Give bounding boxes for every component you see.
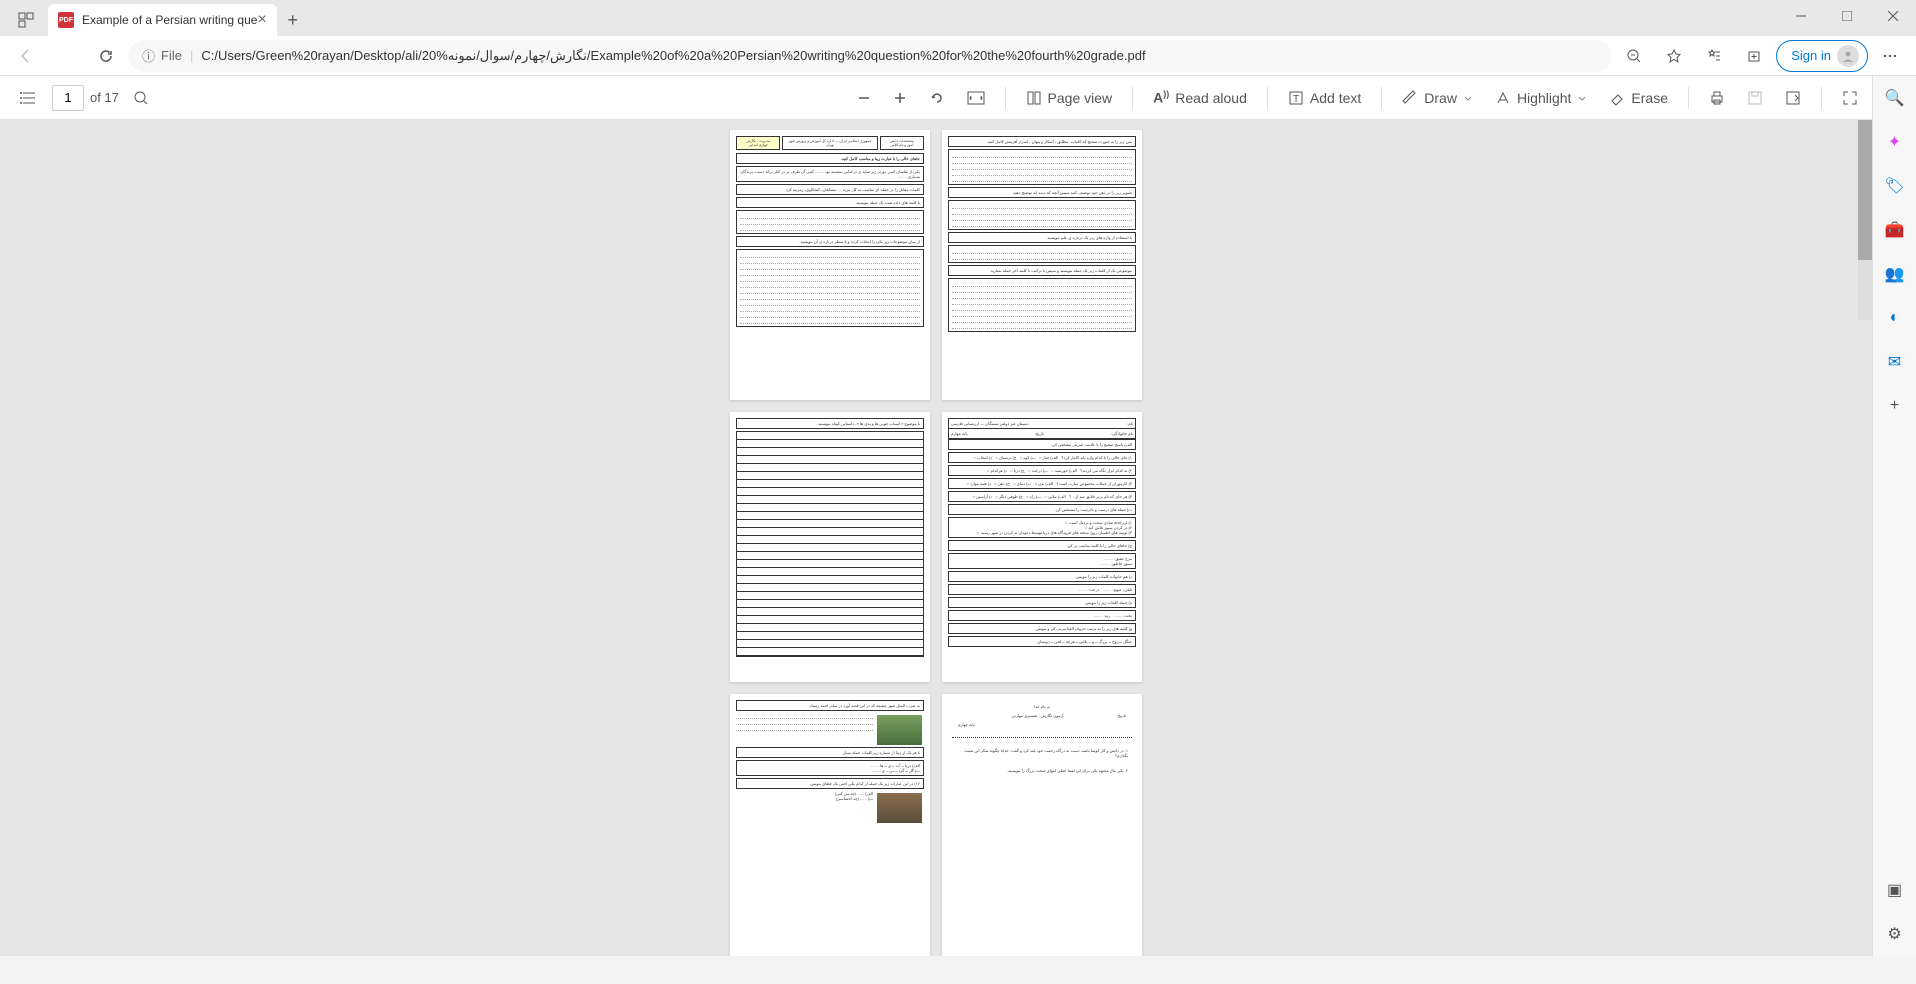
pdf-page-2[interactable]: متن زیر را به صورت صحیح که کلمات، مطابق … <box>942 130 1142 400</box>
p5-q1: به ضرب المثل شهر چشمه که در این قصه آورد… <box>736 700 924 711</box>
page1-q1: جاهای خالی را با عبارت زیبا و مناسب کامل… <box>736 153 924 164</box>
pdf-page-3[interactable]: با موضوع « اسباب خوبی ها و بدی ها »، داس… <box>730 412 930 682</box>
side-search-icon[interactable]: 🔍 <box>1881 84 1909 112</box>
pdf-page-4[interactable]: نام: دبستان غیر دولتی سمنگان — ارزشیابی … <box>942 412 1142 682</box>
back-button[interactable] <box>8 40 44 72</box>
tab-actions-button[interactable] <box>8 4 44 36</box>
p4-q4: د) هم خانواده کلمات زیر را بنویس. <box>948 571 1136 582</box>
p6-header: به نام خدا <box>948 704 1136 709</box>
page-number-input[interactable] <box>52 85 84 111</box>
tab-bar: PDF Example of a Persian writing que × + <box>0 0 1916 36</box>
refresh-button[interactable] <box>88 40 124 72</box>
favorites-list-button[interactable] <box>1696 40 1732 72</box>
find-button[interactable] <box>125 82 157 114</box>
signin-label: Sign in <box>1791 48 1831 63</box>
pdf-page-1[interactable]: مشخصات دانشآموز و نام کلاس جمهوری اسلامی… <box>730 130 930 400</box>
side-collapse-icon[interactable]: ▣ <box>1881 876 1909 904</box>
pdf-toolbar: of 17 Page view A))Read aloud TAdd text … <box>0 76 1916 120</box>
collections-button[interactable] <box>1736 40 1772 72</box>
side-edge-icon[interactable]: ◐ <box>1881 304 1909 332</box>
p4-school: دبستان غیر دولتی سمنگان — ارزشیابی فارسی <box>951 421 1029 426</box>
address-bar: ⓘFile | C:/Users/Green%20rayan/Desktop/a… <box>0 36 1916 76</box>
p4-q5: ه) جمله کلمات زیر را بنویس. <box>948 597 1136 608</box>
page1-q5: از میان موضوعات زیر یکی را انتخاب کرده و… <box>736 236 924 247</box>
fullscreen-button[interactable] <box>1834 82 1866 114</box>
p5-image-2 <box>877 793 922 823</box>
fit-button[interactable] <box>959 82 993 114</box>
scrollbar-track[interactable] <box>1858 120 1872 320</box>
side-tools-icon[interactable]: 🧰 <box>1881 216 1909 244</box>
save-button[interactable] <box>1739 82 1771 114</box>
read-aloud-button[interactable]: A))Read aloud <box>1145 82 1255 114</box>
close-tab-button[interactable]: × <box>257 11 266 29</box>
p6-sub: آزمون نگارش - تفسیری مهارتی <box>1011 713 1063 718</box>
zoom-in-button[interactable] <box>885 82 915 114</box>
p4-q1: الف) پاسخ صحیح را با علامت ضربدر مشخص کن… <box>948 439 1136 450</box>
url-separator: | <box>190 48 193 63</box>
page1-q4: با کلمه های داده شده یک جمله بنویسید <box>736 197 924 208</box>
svg-text:T: T <box>1293 94 1299 105</box>
p5-image-1 <box>877 715 922 745</box>
p4-q6: و) کلمه های زیر را به ترتیب حروف الفبا م… <box>948 623 1136 634</box>
window-controls <box>1778 0 1916 32</box>
p4-name: نام: <box>1127 421 1133 426</box>
avatar-icon <box>1837 45 1859 67</box>
signin-button[interactable]: Sign in <box>1776 40 1868 72</box>
save-as-button[interactable] <box>1777 82 1809 114</box>
url-protocol: ⓘFile <box>142 46 182 65</box>
page1-header-left: مدیریت - نگارشچهارم ابتدایی <box>736 136 780 150</box>
page1-header-center: جمهوری اسلامی ایران — اداره کل آموزش و پ… <box>782 136 877 150</box>
page1-q2: یکی از نقاشان کمی دورتر زیر سایه ی درختا… <box>736 166 924 182</box>
pdf-page-5[interactable]: به ضرب المثل شهر چشمه که در این قصه آورد… <box>730 694 930 956</box>
page2-q4: موضوعی یک از کلمات زیر یک جمله بنویسید و… <box>948 265 1136 276</box>
side-people-icon[interactable]: 👥 <box>1881 260 1909 288</box>
minimize-button[interactable] <box>1778 0 1824 32</box>
pdf-icon: PDF <box>58 12 74 28</box>
p5-q2: با هر یک از زیبا از شماره زیر کلمات جمله… <box>736 747 924 758</box>
page1-q3: کلمات مقابل را در جمله ای مناسب به کار ب… <box>736 184 924 195</box>
side-add-icon[interactable]: + <box>1881 392 1909 420</box>
page-total-label: of 17 <box>90 90 119 105</box>
p6-date: تاریخ: <box>1117 713 1126 718</box>
print-button[interactable] <box>1701 82 1733 114</box>
side-shopping-icon[interactable]: 🏷 <box>1881 172 1909 200</box>
side-outlook-icon[interactable]: ✉ <box>1881 348 1909 376</box>
p4-date: تاریخ: <box>1035 431 1044 436</box>
erase-button[interactable]: Erase <box>1601 82 1676 114</box>
browser-tab[interactable]: PDF Example of a Persian writing que × <box>48 4 277 36</box>
p6-class: پایه چهارم <box>958 722 975 727</box>
page2-q3: با استفاده از واژه های زیر یک درباره ی ع… <box>948 232 1136 243</box>
scrollbar-thumb[interactable] <box>1858 120 1872 260</box>
p4-family: نام خانوادگی: <box>1111 431 1133 436</box>
contents-button[interactable] <box>12 82 46 114</box>
highlight-button[interactable]: Highlight <box>1487 82 1595 114</box>
rotate-button[interactable] <box>921 82 953 114</box>
url-text: C:/Users/Green%20rayan/Desktop/ali/نگارش… <box>201 48 1145 64</box>
page3-title: با موضوع « اسباب خوبی ها و بدی ها »، داس… <box>736 418 924 429</box>
zoom-out-button[interactable] <box>849 82 879 114</box>
forward-button <box>48 40 84 72</box>
page2-q2: تصویر زیر را در ذهن خود توصیف کنید سپس آ… <box>948 187 1136 198</box>
close-window-button[interactable] <box>1870 0 1916 32</box>
pdf-page-6[interactable]: به نام خدا تاریخ: آزمون نگارش - تفسیری م… <box>942 694 1142 956</box>
page1-header-right: مشخصات دانشآموز و نام کلاس <box>880 136 924 150</box>
draw-button[interactable]: Draw <box>1394 82 1481 114</box>
favorite-button[interactable] <box>1656 40 1692 72</box>
add-text-button[interactable]: TAdd text <box>1280 82 1369 114</box>
p4-q2: ب) جمله های درست و نادرست را مشخص کن. <box>948 504 1136 515</box>
side-panel: 🔍 ✦ 🏷 🧰 👥 ◐ ✉ + ▣ ⚙ <box>1872 76 1916 956</box>
side-discover-icon[interactable]: ✦ <box>1881 128 1909 156</box>
page-view-button[interactable]: Page view <box>1018 82 1121 114</box>
new-tab-button[interactable]: + <box>277 4 309 36</box>
tab-title: Example of a Persian writing que <box>82 13 257 27</box>
pdf-viewport[interactable]: مشخصات دانشآموز و نام کلاس جمهوری اسلامی… <box>0 120 1872 956</box>
zoom-button[interactable] <box>1616 40 1652 72</box>
more-button[interactable] <box>1872 40 1908 72</box>
url-box[interactable]: ⓘFile | C:/Users/Green%20rayan/Desktop/a… <box>128 40 1612 72</box>
side-settings-icon[interactable]: ⚙ <box>1881 920 1909 948</box>
p4-q3: ج) جاهای خالی را با کلمه مناسب پر کن. <box>948 540 1136 551</box>
maximize-button[interactable] <box>1824 0 1870 32</box>
page2-q1: متن زیر را به صورت صحیح که کلمات، مطابق … <box>948 136 1136 147</box>
